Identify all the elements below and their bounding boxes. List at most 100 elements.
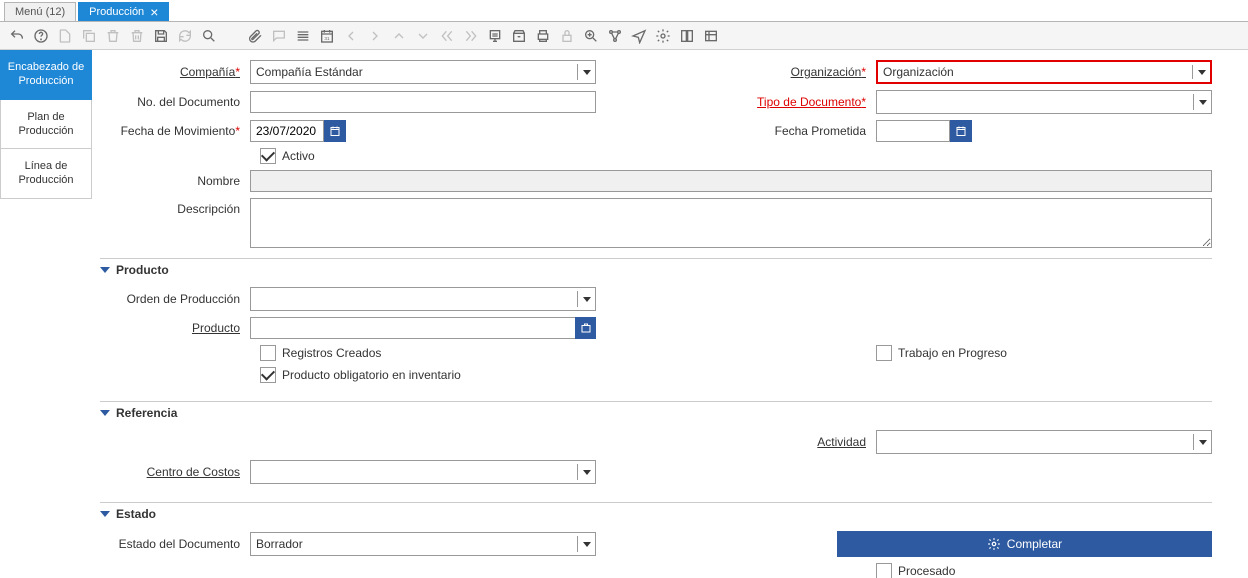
chat-icon — [268, 25, 290, 47]
organizacion-label: Organización — [716, 65, 876, 79]
producto-input[interactable] — [250, 317, 576, 339]
chevron-down-icon[interactable] — [577, 464, 595, 480]
nav-next-icon — [460, 25, 482, 47]
activo-checkbox[interactable] — [260, 148, 276, 164]
tipo-doc-label[interactable]: Tipo de Documento — [716, 95, 876, 109]
gear-icon — [987, 537, 1001, 551]
form-content: Compañía Compañía Estándar Organización … — [92, 50, 1248, 578]
zoom-icon[interactable] — [580, 25, 602, 47]
calendar-icon[interactable]: 31 — [316, 25, 338, 47]
section-title: Referencia — [116, 406, 177, 420]
no-doc-label: No. del Documento — [100, 95, 250, 109]
descripcion-textarea[interactable] — [250, 198, 1212, 248]
compania-select[interactable]: Compañía Estándar — [250, 60, 596, 84]
tab-bar: Menú (12) Producción × — [0, 0, 1248, 22]
new-icon — [54, 25, 76, 47]
collapse-icon[interactable] — [100, 511, 110, 517]
sidebar-item-encabezado[interactable]: Encabezado de Producción — [0, 50, 92, 100]
report-icon[interactable] — [484, 25, 506, 47]
chevron-down-icon[interactable] — [1193, 94, 1211, 110]
collapse-icon[interactable] — [100, 410, 110, 416]
section-title: Estado — [116, 507, 156, 521]
organizacion-value: Organización — [883, 65, 954, 79]
toolbar: 31 — [0, 22, 1248, 50]
estado-doc-value: Borrador — [256, 537, 303, 551]
sidebar: Encabezado de Producción Plan de Producc… — [0, 50, 92, 578]
producto-label: Producto — [100, 321, 250, 335]
save-icon[interactable] — [150, 25, 172, 47]
descripcion-label: Descripción — [100, 198, 250, 216]
workflow-icon[interactable] — [604, 25, 626, 47]
orden-label: Orden de Producción — [100, 292, 250, 306]
nav-back-icon — [436, 25, 458, 47]
fecha-prom-input[interactable] — [876, 120, 950, 142]
info-icon[interactable] — [676, 25, 698, 47]
completar-label: Completar — [1007, 537, 1062, 551]
compania-label: Compañía — [100, 65, 250, 79]
request-icon[interactable] — [628, 25, 650, 47]
undo-icon[interactable] — [6, 25, 28, 47]
obligatorio-checkbox[interactable] — [260, 367, 276, 383]
product-picker-icon[interactable] — [575, 317, 596, 339]
attachment-icon[interactable] — [244, 25, 266, 47]
nav-prev-icon — [364, 25, 386, 47]
trabajo-label: Trabajo en Progreso — [898, 346, 1007, 360]
procesado-checkbox[interactable] — [876, 563, 892, 578]
collapse-icon[interactable] — [100, 267, 110, 273]
archive-icon[interactable] — [508, 25, 530, 47]
tab-label: Producción — [89, 6, 144, 18]
registros-label: Registros Creados — [282, 346, 381, 360]
gear-icon[interactable] — [652, 25, 674, 47]
organizacion-select[interactable]: Organización — [876, 60, 1212, 84]
nav-down-icon — [412, 25, 434, 47]
fecha-prom-field — [876, 120, 972, 142]
svg-text:31: 31 — [324, 36, 330, 41]
delete2-icon — [126, 25, 148, 47]
procesado-label: Procesado — [898, 564, 955, 578]
centro-label: Centro de Costos — [100, 465, 250, 479]
actividad-select[interactable] — [876, 430, 1212, 454]
estado-doc-select[interactable]: Borrador — [250, 532, 596, 556]
section-referencia-header[interactable]: Referencia — [100, 406, 1212, 420]
tipo-doc-select[interactable] — [876, 90, 1212, 114]
chevron-down-icon[interactable] — [1193, 434, 1211, 450]
completar-button[interactable]: Completar — [837, 531, 1212, 557]
help-icon[interactable] — [30, 25, 52, 47]
chevron-down-icon[interactable] — [577, 64, 595, 80]
nombre-label: Nombre — [100, 174, 250, 188]
actividad-label: Actividad — [716, 435, 876, 449]
grid-icon[interactable] — [292, 25, 314, 47]
csv-icon[interactable] — [700, 25, 722, 47]
sidebar-item-plan[interactable]: Plan de Producción — [0, 100, 92, 150]
section-title: Producto — [116, 263, 169, 277]
obligatorio-label: Producto obligatorio en inventario — [282, 368, 461, 382]
sidebar-item-linea[interactable]: Línea de Producción — [0, 149, 92, 199]
registros-checkbox[interactable] — [260, 345, 276, 361]
section-estado-header[interactable]: Estado — [100, 507, 1212, 521]
search-icon[interactable] — [198, 25, 220, 47]
trabajo-checkbox[interactable] — [876, 345, 892, 361]
fecha-mov-field — [250, 120, 346, 142]
compania-value: Compañía Estándar — [256, 65, 363, 79]
refresh-icon — [174, 25, 196, 47]
chevron-down-icon[interactable] — [577, 536, 595, 552]
tab-menu[interactable]: Menú (12) — [4, 2, 76, 21]
fecha-mov-input[interactable] — [250, 120, 324, 142]
nombre-input[interactable] — [250, 170, 1212, 192]
print-icon[interactable] — [532, 25, 554, 47]
no-doc-input[interactable] — [250, 91, 596, 113]
lock-icon[interactable] — [556, 25, 578, 47]
nav-first-icon — [340, 25, 362, 47]
tab-produccion[interactable]: Producción × — [78, 2, 169, 21]
centro-select[interactable] — [250, 460, 596, 484]
delete-icon — [102, 25, 124, 47]
chevron-down-icon[interactable] — [577, 291, 595, 307]
chevron-down-icon[interactable] — [1192, 65, 1210, 79]
calendar-icon[interactable] — [324, 120, 346, 142]
activo-label: Activo — [282, 149, 315, 163]
close-icon[interactable]: × — [150, 7, 158, 17]
section-producto-header[interactable]: Producto — [100, 263, 1212, 277]
orden-select[interactable] — [250, 287, 596, 311]
fecha-prom-label: Fecha Prometida — [716, 124, 876, 138]
calendar-icon[interactable] — [950, 120, 972, 142]
